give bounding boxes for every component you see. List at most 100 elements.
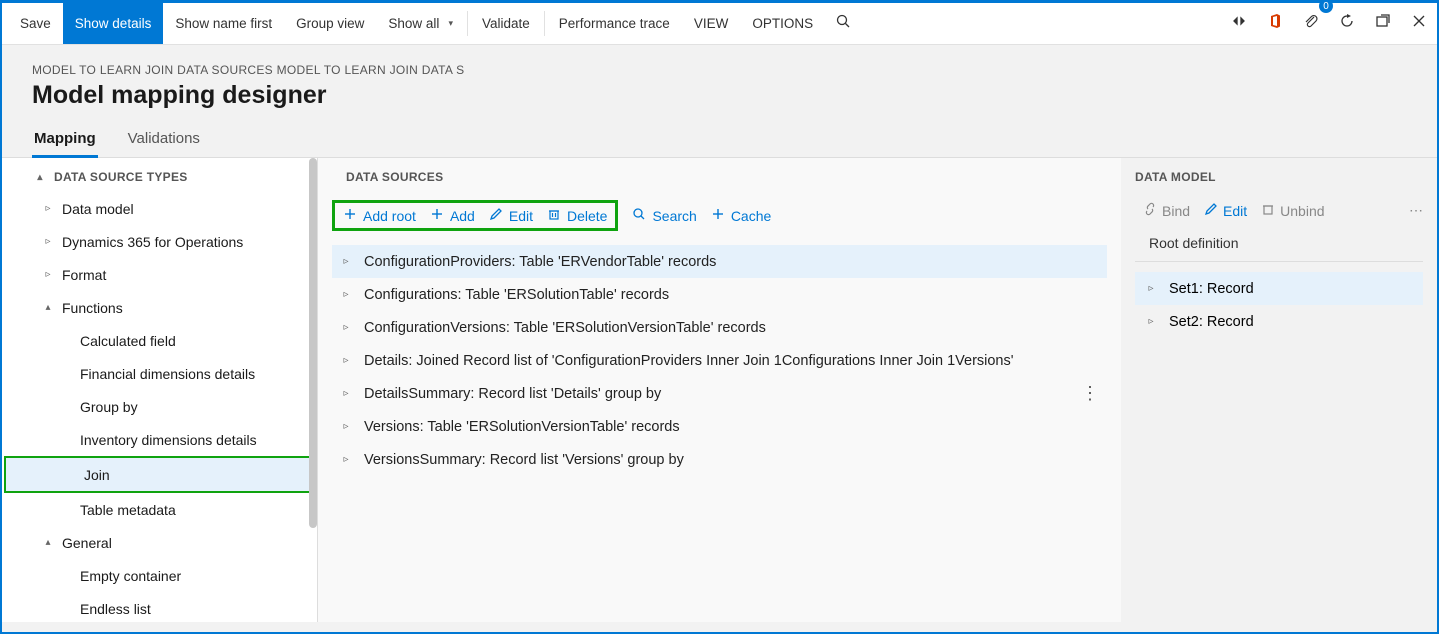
link-icon bbox=[1143, 202, 1157, 219]
tree-label: Group by bbox=[80, 399, 138, 415]
connector-button[interactable] bbox=[1221, 3, 1257, 44]
tree-item-calculated-field[interactable]: Calculated field bbox=[2, 324, 317, 357]
options-label: OPTIONS bbox=[752, 16, 813, 31]
pencil-icon bbox=[489, 207, 503, 224]
bind-button[interactable]: Bind bbox=[1143, 202, 1190, 219]
button-label: Unbind bbox=[1280, 203, 1324, 219]
show-details-button[interactable]: Show details bbox=[63, 3, 164, 44]
pencil-icon bbox=[1204, 202, 1218, 219]
trash-icon bbox=[547, 207, 561, 224]
highlight-box-ds-buttons: Add root Add Edit Delete bbox=[332, 200, 618, 231]
tree-item-general[interactable]: ▴General bbox=[2, 526, 317, 559]
performance-trace-label: Performance trace bbox=[559, 16, 670, 31]
tree-label: Financial dimensions details bbox=[80, 366, 255, 382]
tree-item-empty-container[interactable]: Empty container bbox=[2, 559, 317, 592]
tree-item-format[interactable]: ▹Format bbox=[2, 258, 317, 291]
show-name-first-button[interactable]: Show name first bbox=[163, 3, 284, 44]
more-icon: ⋯ bbox=[1409, 202, 1423, 219]
more-button[interactable]: ⋯ bbox=[1409, 202, 1423, 219]
button-label: Add bbox=[450, 208, 475, 224]
data-source-types-panel: ▴ DATA SOURCE TYPES ▹ Data model ▹Dynamic… bbox=[2, 158, 318, 622]
tree-label: Table metadata bbox=[80, 502, 176, 518]
office-button[interactable] bbox=[1257, 3, 1293, 44]
more-icon[interactable]: ⋮ bbox=[1081, 383, 1097, 404]
page-title: Model mapping designer bbox=[32, 81, 1407, 110]
add-button[interactable]: Add bbox=[430, 207, 475, 224]
expand-icon: ▹ bbox=[42, 203, 54, 214]
tree-label: Calculated field bbox=[80, 333, 176, 349]
ds-row-details[interactable]: ▹Details: Joined Record list of 'Configu… bbox=[332, 344, 1107, 377]
tab-validations[interactable]: Validations bbox=[126, 124, 202, 157]
popout-button[interactable] bbox=[1365, 3, 1401, 44]
ds-row-configurations[interactable]: ▹Configurations: Table 'ERSolutionTable'… bbox=[332, 278, 1107, 311]
tab-mapping[interactable]: Mapping bbox=[32, 124, 98, 157]
ds-row-versions[interactable]: ▹Versions: Table 'ERSolutionVersionTable… bbox=[332, 410, 1107, 443]
refresh-icon bbox=[1339, 13, 1355, 34]
data-model-header: DATA MODEL bbox=[1121, 158, 1437, 192]
ds-row-versionssummary[interactable]: ▹VersionsSummary: Record list 'Versions'… bbox=[332, 443, 1107, 476]
button-label: Cache bbox=[731, 208, 771, 224]
expand-icon: ▹ bbox=[340, 388, 352, 399]
view-label: VIEW bbox=[694, 16, 729, 31]
edit-button[interactable]: Edit bbox=[489, 207, 533, 224]
tree-item-d365[interactable]: ▹Dynamics 365 for Operations bbox=[2, 225, 317, 258]
expand-icon: ▹ bbox=[340, 454, 352, 465]
search-button[interactable]: Search bbox=[632, 207, 696, 224]
delete-button[interactable]: Delete bbox=[547, 207, 607, 224]
dm-row-set1[interactable]: ▹Set1: Record bbox=[1135, 272, 1423, 305]
expand-icon: ▹ bbox=[340, 355, 352, 366]
edit-button[interactable]: Edit bbox=[1204, 202, 1247, 219]
tree-label: Data model bbox=[62, 201, 134, 217]
search-button[interactable] bbox=[825, 3, 861, 44]
ds-label: ConfigurationVersions: Table 'ERSolution… bbox=[364, 320, 766, 336]
search-icon bbox=[835, 13, 851, 34]
tree-item-functions[interactable]: ▴Functions bbox=[2, 291, 317, 324]
group-view-label: Group view bbox=[296, 16, 364, 31]
close-button[interactable] bbox=[1401, 3, 1437, 44]
search-icon bbox=[632, 207, 646, 224]
plus-icon bbox=[430, 207, 444, 224]
data-source-types-header[interactable]: ▴ DATA SOURCE TYPES bbox=[2, 158, 317, 192]
view-menu[interactable]: VIEW bbox=[682, 3, 741, 44]
tree-item-inventory-dimensions[interactable]: Inventory dimensions details bbox=[2, 423, 317, 456]
expand-icon: ▹ bbox=[1145, 283, 1157, 294]
tree-item-group-by[interactable]: Group by bbox=[2, 390, 317, 423]
expand-icon: ▹ bbox=[340, 256, 352, 267]
button-label: Edit bbox=[509, 208, 533, 224]
tab-validations-label: Validations bbox=[128, 130, 200, 147]
validate-label: Validate bbox=[482, 16, 530, 31]
data-sources-list: ▹ConfigurationProviders: Table 'ERVendor… bbox=[332, 245, 1107, 476]
plus-icon bbox=[711, 207, 725, 224]
group-view-button[interactable]: Group view bbox=[284, 3, 376, 44]
root-definition: Root definition bbox=[1135, 229, 1423, 262]
tree-item-join[interactable]: Join bbox=[6, 458, 313, 491]
refresh-button[interactable] bbox=[1329, 3, 1365, 44]
tree-item-financial-dimensions[interactable]: Financial dimensions details bbox=[2, 357, 317, 390]
tree-item-endless-list[interactable]: Endless list bbox=[2, 592, 317, 625]
validate-button[interactable]: Validate bbox=[470, 3, 542, 44]
tree-item-table-metadata[interactable]: Table metadata bbox=[2, 493, 317, 526]
performance-trace-button[interactable]: Performance trace bbox=[547, 3, 682, 44]
dm-row-set2[interactable]: ▹Set2: Record bbox=[1135, 305, 1423, 338]
attachments-button[interactable]: 0 bbox=[1293, 3, 1329, 44]
ds-label: Configurations: Table 'ERSolutionTable' … bbox=[364, 287, 669, 303]
tree-item-data-model[interactable]: ▹ Data model bbox=[2, 192, 317, 225]
scrollbar-thumb[interactable] bbox=[309, 158, 317, 528]
button-label: Delete bbox=[567, 208, 607, 224]
button-label: Add root bbox=[363, 208, 416, 224]
ds-row-detailssummary[interactable]: ▹DetailsSummary: Record list 'Details' g… bbox=[332, 377, 1107, 410]
add-root-button[interactable]: Add root bbox=[343, 207, 416, 224]
office-icon bbox=[1267, 13, 1283, 34]
save-label: Save bbox=[20, 16, 51, 31]
root-definition-label: Root definition bbox=[1149, 235, 1409, 251]
ds-row-configurationproviders[interactable]: ▹ConfigurationProviders: Table 'ERVendor… bbox=[332, 245, 1107, 278]
save-button[interactable]: Save bbox=[2, 3, 63, 44]
show-details-label: Show details bbox=[75, 16, 152, 31]
data-sources-header: DATA SOURCES bbox=[332, 158, 1107, 192]
options-menu[interactable]: OPTIONS bbox=[740, 3, 825, 44]
cache-button[interactable]: Cache bbox=[711, 207, 771, 224]
show-all-dropdown[interactable]: Show all ▾ bbox=[376, 3, 465, 44]
unbind-button[interactable]: Unbind bbox=[1261, 202, 1324, 219]
ds-row-configurationversions[interactable]: ▹ConfigurationVersions: Table 'ERSolutio… bbox=[332, 311, 1107, 344]
paperclip-icon bbox=[1303, 13, 1319, 34]
